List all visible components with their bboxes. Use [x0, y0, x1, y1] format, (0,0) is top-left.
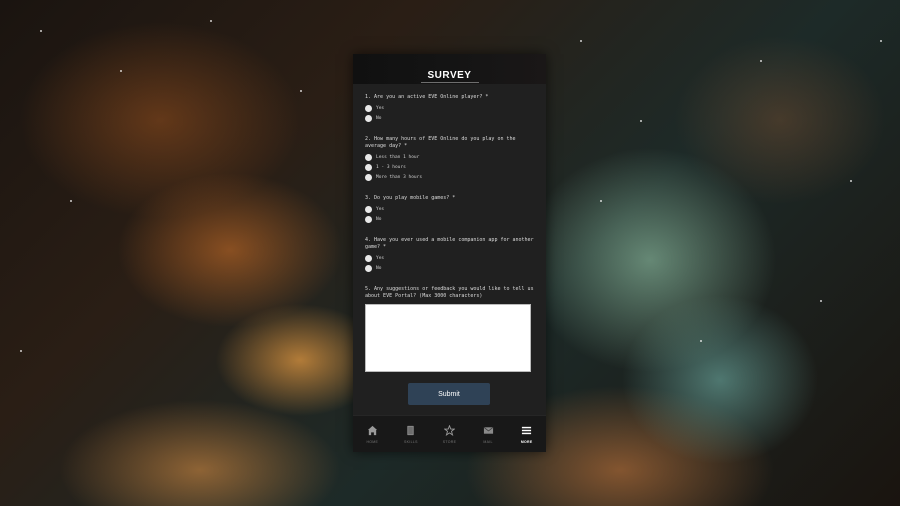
question-text: 1. Are you an active EVE Online player? … [365, 94, 489, 100]
submit-button[interactable]: Submit [408, 383, 490, 405]
nav-item-more[interactable]: MORE [512, 425, 542, 444]
option-yes[interactable]: Yes [365, 103, 534, 113]
option-yes[interactable]: Yes [365, 204, 534, 214]
radio-button[interactable] [365, 153, 372, 161]
title-underline [420, 82, 479, 83]
option-no[interactable]: No [365, 113, 534, 123]
bottom-nav: HOME SKILLS STORE MAIL MORE [353, 415, 546, 452]
question-text: 5. Any suggestions or feedback you would… [365, 286, 534, 299]
question-5: 5. Any suggestions or feedback you would… [365, 286, 534, 372]
nav-label: MORE [520, 439, 533, 444]
survey-content: 1. Are you an active EVE Online player? … [365, 94, 534, 372]
radio-button[interactable] [365, 254, 372, 262]
skills-book-icon [405, 425, 417, 437]
question-3: 3. Do you play mobile games? * Yes No [365, 195, 534, 224]
question-2: 2. How many hours of EVE Online do you p… [365, 136, 534, 182]
radio-button[interactable] [365, 114, 372, 122]
nav-label: HOME [366, 439, 379, 444]
radio-button[interactable] [365, 264, 372, 272]
option-label: No [376, 216, 382, 222]
option-no[interactable]: No [365, 263, 534, 273]
question-text: 3. Do you play mobile games? * [365, 195, 456, 201]
store-star-icon [443, 425, 455, 437]
option-more-than-3-hours[interactable]: More than 3 hours [365, 172, 534, 182]
nav-item-skills[interactable]: SKILLS [396, 425, 426, 444]
option-label: Less than 1 hour [376, 154, 420, 160]
menu-icon [521, 425, 533, 437]
page-title: SURVEY [427, 70, 472, 81]
survey-panel: SURVEY 1. Are you an active EVE Online p… [353, 54, 546, 452]
option-label: Yes [376, 255, 385, 261]
option-label: No [376, 265, 382, 271]
option-label: Yes [376, 206, 385, 212]
nav-label: SKILLS [404, 439, 418, 444]
home-icon [366, 425, 378, 437]
nav-item-mail[interactable]: MAIL [473, 425, 503, 444]
option-label: More than 3 hours [376, 174, 423, 180]
option-less-than-1-hour[interactable]: Less than 1 hour [365, 152, 534, 162]
nav-label: MAIL [483, 439, 493, 444]
option-1-3-hours[interactable]: 1 - 3 hours [365, 162, 534, 172]
radio-button[interactable] [365, 205, 372, 213]
option-label: Yes [376, 105, 385, 111]
option-no[interactable]: No [365, 214, 534, 224]
nav-item-home[interactable]: HOME [357, 425, 387, 444]
option-label: No [376, 115, 382, 121]
survey-header: SURVEY [353, 54, 546, 84]
nav-label: STORE [442, 439, 457, 444]
radio-button[interactable] [365, 173, 372, 181]
option-yes[interactable]: Yes [365, 253, 534, 263]
feedback-textarea[interactable] [365, 304, 531, 372]
option-label: 1 - 3 hours [376, 164, 406, 170]
question-1: 1. Are you an active EVE Online player? … [365, 94, 534, 123]
mail-icon [482, 425, 494, 437]
nav-item-store[interactable]: STORE [434, 425, 464, 444]
question-text: 4. Have you ever used a mobile companion… [365, 237, 534, 250]
radio-button[interactable] [365, 215, 372, 223]
question-text: 2. How many hours of EVE Online do you p… [365, 136, 516, 149]
radio-button[interactable] [365, 104, 372, 112]
question-4: 4. Have you ever used a mobile companion… [365, 237, 534, 273]
radio-button[interactable] [365, 163, 372, 171]
